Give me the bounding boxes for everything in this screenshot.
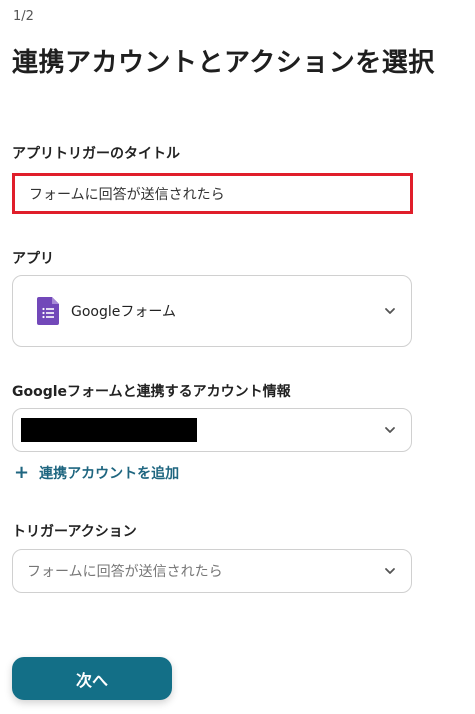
trigger-action-select[interactable]: フォームに回答が送信されたら bbox=[12, 549, 412, 593]
app-selected-value: Googleフォーム bbox=[71, 304, 176, 320]
step-indicator: 1/2 bbox=[13, 9, 34, 24]
account-label: Googleフォームと連携するアカウント情報 bbox=[12, 384, 291, 400]
add-account-link[interactable]: + 連携アカウントを追加 bbox=[14, 463, 179, 483]
account-select[interactable] bbox=[12, 408, 412, 452]
google-forms-icon bbox=[37, 297, 59, 325]
app-label: アプリ bbox=[12, 251, 54, 267]
chevron-down-icon bbox=[385, 568, 395, 574]
trigger-action-label: トリガーアクション bbox=[12, 524, 137, 540]
next-button[interactable]: 次へ bbox=[12, 657, 172, 700]
chevron-down-icon bbox=[385, 308, 395, 314]
redacted-account bbox=[21, 418, 197, 442]
page-title: 連携アカウントとアクションを選択 bbox=[12, 48, 435, 78]
add-account-label: 連携アカウントを追加 bbox=[39, 466, 180, 482]
chevron-down-icon bbox=[385, 427, 395, 433]
trigger-title-input[interactable]: フォームに回答が送信されたら bbox=[12, 173, 413, 214]
trigger-title-value: フォームに回答が送信されたら bbox=[29, 186, 225, 203]
plus-icon: + bbox=[14, 462, 30, 483]
trigger-action-value: フォームに回答が送信されたら bbox=[27, 564, 223, 580]
app-select[interactable]: Googleフォーム bbox=[12, 275, 412, 347]
trigger-title-label: アプリトリガーのタイトル bbox=[12, 146, 180, 162]
